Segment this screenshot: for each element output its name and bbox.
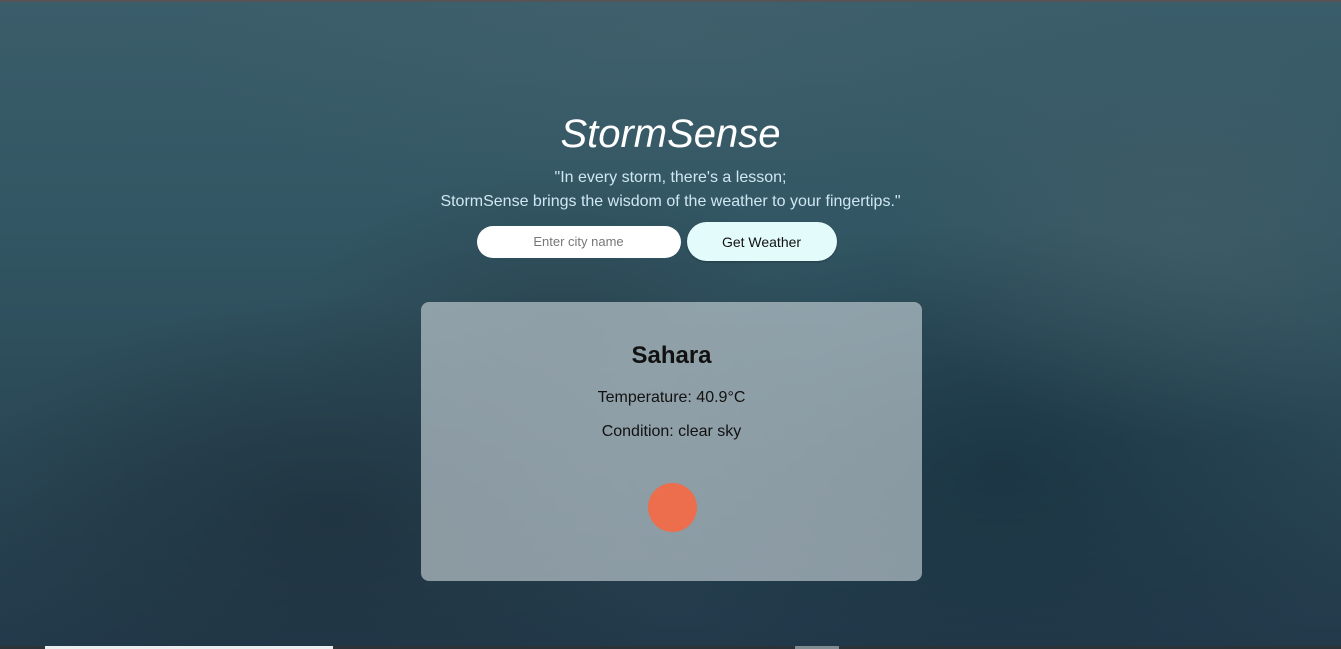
condition-text: Condition: clear sky [601,423,742,440]
sun-icon [648,483,697,532]
get-weather-button[interactable]: Get Weather [686,222,837,261]
search-bar: Get Weather [0,222,1341,261]
city-name: Sahara [631,342,712,369]
tagline: "In every storm, there's a lesson; Storm… [0,166,1341,214]
tagline-line-1: "In every storm, there's a lesson; [554,169,787,186]
tagline-line-2: StormSense brings the wisdom of the weat… [440,193,901,210]
app-title: StormSense [560,112,781,156]
top-border [0,0,1341,2]
header: StormSense "In every storm, there's a le… [0,108,1341,214]
temperature-text: Temperature: 40.9°C [597,389,746,406]
weather-card: Sahara Temperature: 40.9°C Condition: cl… [421,302,922,581]
city-input[interactable] [476,225,681,258]
